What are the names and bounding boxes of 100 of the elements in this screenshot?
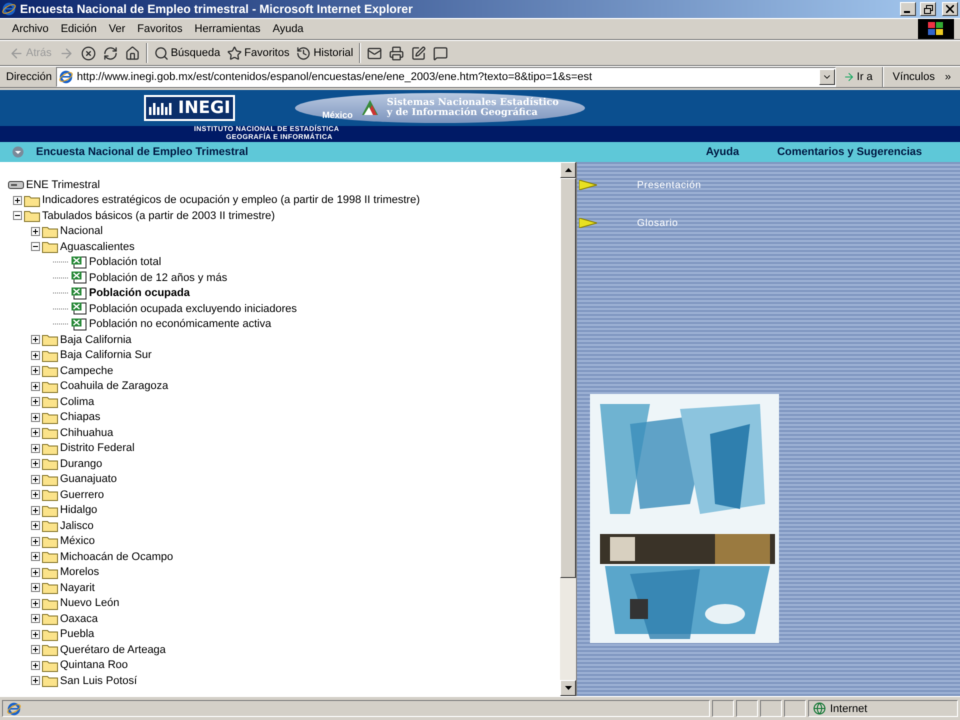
system-title: Sistemas Nacionales Estadístico [386,98,559,108]
restore-button[interactable] [920,2,936,16]
expand-icon[interactable] [31,459,40,468]
tree-item[interactable]: Nayarit [60,582,95,594]
expand-icon[interactable] [31,226,40,236]
expand-icon[interactable] [31,598,40,608]
menu-item[interactable]: Archivo [6,21,55,37]
expand-icon[interactable] [31,490,40,500]
tree-item[interactable]: Baja California [60,334,132,346]
expand-icon[interactable] [31,630,40,639]
expand-icon[interactable] [31,552,40,562]
search-icon [154,46,169,60]
search-button[interactable]: Búsqueda [150,44,224,62]
tree-item[interactable]: San Luis Potosí [60,674,138,687]
expand-icon[interactable] [31,397,40,406]
tree-item[interactable]: Población de 12 años y más [89,272,228,284]
more-button[interactable]: » [942,69,954,85]
header-link[interactable]: Ayuda [706,146,740,158]
close-button[interactable] [942,2,958,16]
tree-item[interactable]: Nuevo León [60,597,120,610]
go-button[interactable]: Ir a [840,69,876,85]
tree-item[interactable]: Querétaro de Arteaga [60,644,166,656]
tree-item[interactable]: Michoacán de Ocampo [60,550,174,563]
tree-item[interactable]: Puebla [60,628,94,640]
tree-item[interactable]: Guerrero [60,488,104,501]
expand-icon[interactable] [31,568,40,577]
dropdown-icon[interactable] [12,146,24,158]
expand-icon[interactable] [31,444,40,453]
collapse-icon[interactable] [13,211,22,220]
menu-item[interactable]: Ver [102,21,132,37]
history-icon [296,46,312,60]
tree-item[interactable]: Guanajuato [60,473,117,486]
tree-item[interactable]: Indicadores estratégicos de ocupación y empleo (a partir de 1998 II trimestre) [42,194,420,206]
tree-item[interactable]: Población ocupada excluyendo iniciadores [89,302,297,315]
tree-item[interactable]: Población ocupada [89,287,190,300]
globe-icon [813,702,826,715]
menu-item[interactable]: Edición [54,21,103,37]
home-icon [124,46,140,60]
window-title: Encuesta Nacional de Empleo trimestral - Microsoft Internet Explorer [20,2,414,16]
tree-item[interactable]: Jalisco [60,520,94,532]
collapse-icon[interactable] [31,242,40,252]
folder-icon [42,426,58,440]
folder-icon [42,519,58,532]
arrow-icon [579,218,597,228]
spreadsheet-icon [71,286,87,300]
expand-icon[interactable] [31,366,40,376]
expand-icon[interactable] [31,412,40,422]
expand-icon[interactable] [31,660,40,670]
scroll-thumb[interactable] [560,178,576,578]
expand-icon[interactable] [31,536,40,546]
expand-icon[interactable] [13,196,22,205]
tree-item[interactable]: Aguascalientes [60,240,135,253]
favorites-button[interactable]: Favoritos [224,44,292,62]
tree-item[interactable]: Distrito Federal [60,442,135,454]
expand-icon[interactable] [31,506,40,515]
tree-item[interactable]: Tabulados básicos (a partir de 2003 II trimestre) [42,210,275,222]
tree-item[interactable]: Oaxaca [60,612,98,625]
expand-icon[interactable] [31,645,40,654]
expand-icon[interactable] [31,350,40,360]
folder-icon [42,643,58,656]
site-logo[interactable]: INEGI [144,95,236,121]
menu-item[interactable]: Herramientas [188,21,267,37]
expand-icon[interactable] [31,521,40,530]
tree-item[interactable]: México [60,535,95,548]
scrollbar[interactable] [560,162,576,696]
folder-icon [42,472,58,486]
folder-icon [42,410,58,424]
expand-icon[interactable] [31,428,40,438]
address-field[interactable]: http://www.inegi.gob.mx/est/contenidos/espanol/encuestas/ene/ene_2003/ene.htm?texto=8&tipo=1&s=est [56,67,836,87]
tree-item[interactable]: Chiapas [60,411,100,424]
menu-item[interactable]: Ayuda [266,21,310,37]
expand-icon[interactable] [31,335,40,344]
expand-icon[interactable] [31,676,40,686]
tree-item[interactable]: Coahuila de Zaragoza [60,380,168,392]
tree-item[interactable]: Nacional [60,225,103,238]
links-button[interactable]: Vínculos [890,69,938,85]
expand-icon[interactable] [31,614,40,624]
history-button[interactable]: Historial [293,44,356,62]
tree-item[interactable]: Campeche [60,364,114,377]
address-label: Dirección [6,71,52,83]
tree-item[interactable]: Morelos [60,566,100,578]
tree-item[interactable]: Baja California Sur [60,349,152,362]
expand-icon[interactable] [31,474,40,484]
tree-item[interactable]: ENE Trimestral [26,178,100,191]
header-link[interactable]: Comentarios y Sugerencias [777,146,922,158]
tree-item[interactable]: Durango [60,458,102,470]
folder-icon [42,364,58,378]
tree-item[interactable]: Chihuahua [60,426,114,439]
page-icon [58,70,73,84]
tree-item[interactable]: Población total [89,256,162,268]
expand-icon[interactable] [31,583,40,592]
status-pane [760,700,782,717]
edit-icon [411,46,426,60]
menu-item[interactable]: Favoritos [131,21,189,37]
tree-item[interactable]: Quintana Roo [60,659,128,672]
minimize-button[interactable] [900,2,916,16]
tree-item[interactable]: Hidalgo [60,504,98,516]
expand-icon[interactable] [31,382,40,391]
tree-item[interactable]: Colima [60,396,94,408]
tree-item[interactable]: Población no económicamente activa [89,318,272,330]
